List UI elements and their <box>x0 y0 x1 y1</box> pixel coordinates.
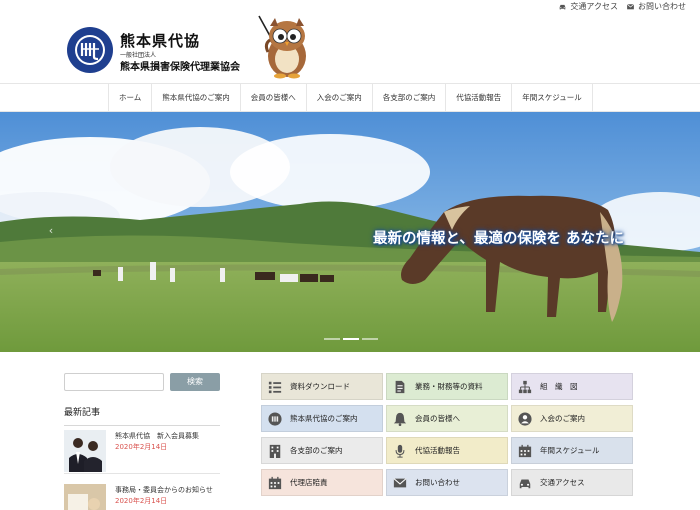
nav-schedule[interactable]: 年間スケジュール <box>511 84 593 111</box>
nav-about[interactable]: 熊本県代協のご案内 <box>151 84 240 111</box>
tile-org-chart[interactable]: 組 織 図 <box>511 373 633 400</box>
hero-caption: 最新の情報と、最適の保険を あなたに <box>373 231 624 247</box>
calendar-icon <box>268 476 282 490</box>
list-icon <box>268 380 282 394</box>
recent-post-item[interactable]: 熊本県代協 新入会員募集 2020年2月14日 <box>64 428 220 474</box>
tile-schedule[interactable]: 年間スケジュール <box>511 437 633 464</box>
tile-label: 交通アクセス <box>540 478 585 487</box>
tile-label: 年間スケジュール <box>540 446 600 455</box>
nav-home[interactable]: ホーム <box>108 84 151 111</box>
post-date: 2020年2月14日 <box>115 443 168 451</box>
microphone-icon <box>393 444 407 458</box>
search-form: 検索 <box>64 373 220 392</box>
building-icon <box>268 444 282 458</box>
recent-post-item[interactable]: 事務局・委員会からのお知らせ 2020年2月14日 <box>64 482 220 510</box>
tile-label: 各支部のご案内 <box>290 446 343 455</box>
contact-link[interactable]: お問い合わせ <box>626 1 686 12</box>
recent-posts-heading: 最新記事 <box>64 405 220 426</box>
tile-activity-report[interactable]: 代協活動報告 <box>386 437 508 464</box>
hero-slider[interactable]: ‹ 最新の情報と、最適の保険を あなたに <box>0 112 700 352</box>
tile-contact[interactable]: お問い合わせ <box>386 469 508 496</box>
tile-business-docs[interactable]: 業務・財務等の資料 <box>386 373 508 400</box>
utility-links: 交通アクセス お問い合わせ <box>558 1 686 12</box>
tile-label: 会員の皆様へ <box>415 414 460 423</box>
envelope-icon <box>393 476 407 490</box>
org-name: 熊本県損害保険代理業協会 <box>120 62 240 73</box>
slider-dots <box>324 338 378 340</box>
access-link-label: 交通アクセス <box>570 2 618 11</box>
bell-icon <box>393 412 407 426</box>
user-circle-icon <box>518 411 532 426</box>
site-logo[interactable]: 熊本県代協 一般社団法人 熊本県損害保険代理業協会 <box>66 14 326 80</box>
document-icon <box>393 380 407 394</box>
tile-branches[interactable]: 各支部のご案内 <box>261 437 383 464</box>
nav-join[interactable]: 入会のご案内 <box>305 84 372 111</box>
post-thumbnail <box>64 484 106 510</box>
tile-label: 業務・財務等の資料 <box>415 382 483 391</box>
search-input[interactable] <box>64 373 164 391</box>
tile-label: 資料ダウンロード <box>290 382 350 391</box>
tile-downloads[interactable]: 資料ダウンロード <box>261 373 383 400</box>
post-title: 事務局・委員会からのお知らせ <box>115 486 213 494</box>
quick-links-grid: 資料ダウンロード 業務・財務等の資料 組 織 図 熊本県代協のご案内 会員の皆様… <box>261 373 633 496</box>
nav-members[interactable]: 会員の皆様へ <box>239 84 306 111</box>
tile-label: 組 織 図 <box>540 382 578 391</box>
tile-label: 代協活動報告 <box>415 446 460 455</box>
car-icon <box>560 4 566 10</box>
nav-activity[interactable]: 代協活動報告 <box>445 84 511 111</box>
search-button[interactable]: 検索 <box>170 373 220 391</box>
post-title: 熊本県代協 新入会員募集 <box>115 432 199 440</box>
post-date: 2020年2月14日 <box>115 497 168 505</box>
nav-branches[interactable]: 各支部のご案内 <box>371 84 446 111</box>
envelope-icon <box>626 3 635 10</box>
contact-link-label: お問い合わせ <box>638 2 686 11</box>
tile-label: 熊本県代協のご案内 <box>290 414 358 423</box>
global-nav: ホーム 熊本県代協のご案内 会員の皆様へ 入会のご案内 各支部のご案内 代協活動… <box>0 83 700 112</box>
slider-prev-icon[interactable]: ‹ <box>46 224 56 238</box>
tile-label: 代理店賠責 <box>290 478 328 487</box>
org-title: 熊本県代協 <box>120 32 201 50</box>
tile-label: 入会のご案内 <box>540 414 585 423</box>
association-logo-icon <box>268 411 282 426</box>
tile-join[interactable]: 入会のご案内 <box>511 405 633 432</box>
tile-for-members[interactable]: 会員の皆様へ <box>386 405 508 432</box>
slider-dot[interactable] <box>343 338 359 340</box>
post-thumbnail <box>64 430 106 472</box>
slider-dot[interactable] <box>362 338 378 340</box>
owl-mascot-icon <box>258 15 306 79</box>
slider-dot[interactable] <box>324 338 340 340</box>
org-chart-icon <box>518 380 532 394</box>
association-emblem-icon <box>67 27 113 73</box>
tile-association-info[interactable]: 熊本県代協のご案内 <box>261 405 383 432</box>
access-link[interactable]: 交通アクセス <box>558 1 618 12</box>
car-icon <box>518 476 532 490</box>
tile-access[interactable]: 交通アクセス <box>511 469 633 496</box>
tile-label: お問い合わせ <box>415 478 460 487</box>
calendar-icon <box>518 444 532 458</box>
tile-agent-liability[interactable]: 代理店賠責 <box>261 469 383 496</box>
